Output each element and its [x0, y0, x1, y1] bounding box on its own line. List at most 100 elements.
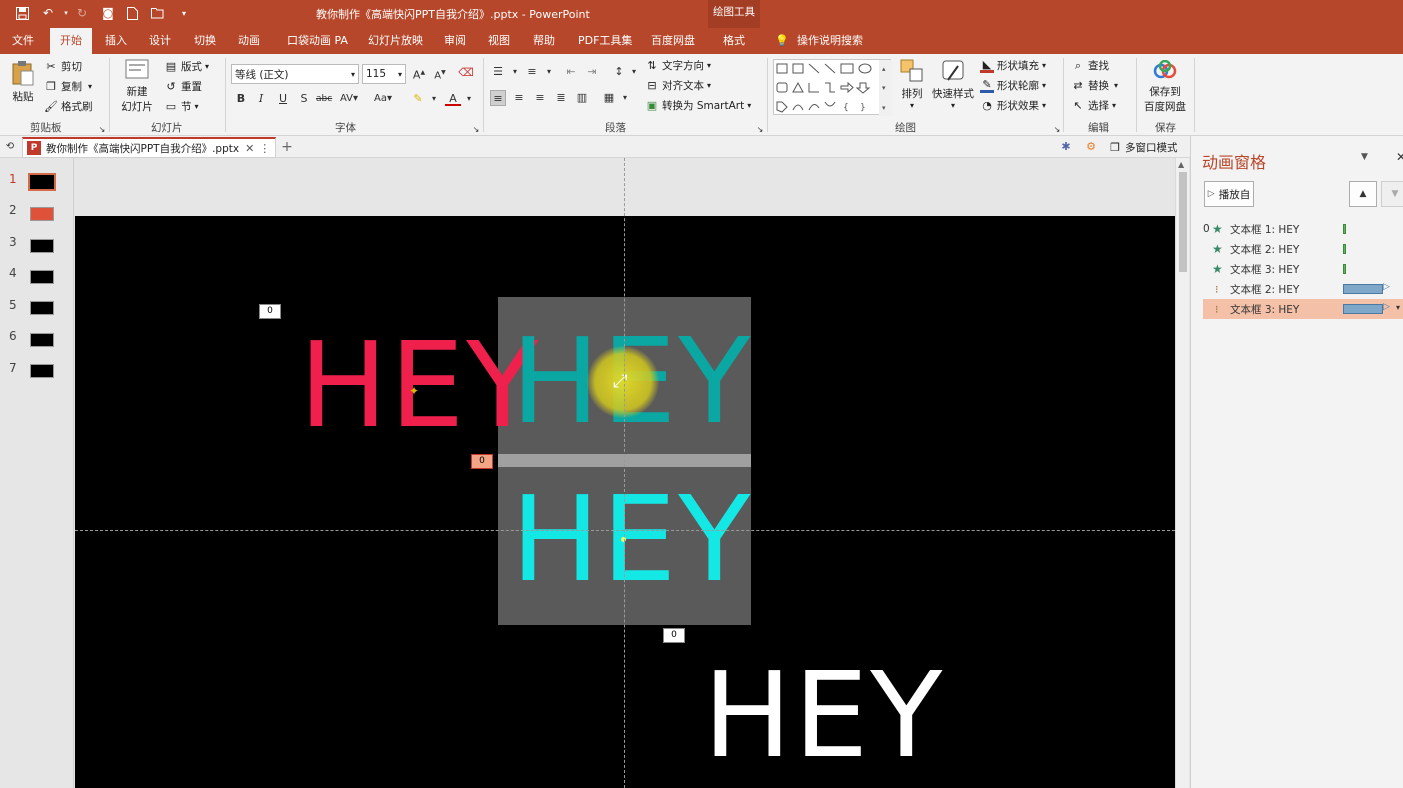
document-tab[interactable]: P 教你制作《高端快闪PPT自我介绍》.pptx ✕ ⋮	[22, 137, 276, 158]
justify-icon[interactable]: ≣	[553, 90, 569, 106]
start-slideshow-icon[interactable]: ◙	[100, 5, 116, 21]
undo-dropdown-icon[interactable]: ▾	[58, 5, 74, 21]
shape-fill-button[interactable]: ◣ 形状填充 ▾	[980, 58, 1046, 73]
distributed-icon[interactable]: ▥	[574, 90, 590, 106]
scroll-thumb[interactable]	[1179, 172, 1187, 272]
bullets-dropdown-icon[interactable]: ▾	[507, 64, 523, 80]
quick-styles-button[interactable]: 快速样式 ▾	[931, 58, 975, 116]
slide-thumbnail-3[interactable]	[30, 239, 54, 253]
animation-item[interactable]: 0 ★ 文本框 1: HEY	[1203, 219, 1403, 239]
open-folder-icon[interactable]	[150, 5, 166, 21]
arrange-button[interactable]: 排列 ▾	[898, 58, 926, 116]
line-spacing-dropdown-icon[interactable]: ▾	[626, 64, 642, 80]
multi-window-button[interactable]: ❐ 多窗口模式	[1108, 140, 1177, 155]
reset-button[interactable]: ↺ 重置	[164, 79, 202, 94]
section-button[interactable]: ▭ 节 ▾	[164, 99, 199, 114]
shape-outline-button[interactable]: ✎ 形状轮廓 ▾	[980, 78, 1046, 93]
change-case-icon[interactable]: Aa▾	[370, 91, 396, 107]
find-button[interactable]: ⌕ 查找	[1071, 58, 1109, 73]
tab-menu-icon[interactable]: ⋮	[259, 142, 270, 155]
save-to-baidu-button[interactable]: 保存到 百度网盘	[1142, 60, 1188, 118]
new-tab-icon[interactable]: +	[279, 139, 295, 155]
format-painter-button[interactable]: 🖌 格式刷	[44, 99, 92, 114]
font-size-combobox[interactable]: 115 ▾	[362, 64, 406, 84]
line-spacing-icon[interactable]: ↕	[611, 64, 627, 80]
animation-item[interactable]: ★ 文本框 3: HEY	[1203, 259, 1403, 279]
clear-formatting-icon[interactable]: ⌫	[458, 65, 474, 81]
replace-button[interactable]: ⇄ 替换 ▾	[1071, 78, 1118, 93]
play-from-button[interactable]: ▷ 播放自	[1204, 181, 1254, 207]
animation-item-selected[interactable]: ⁝ 文本框 3: HEY ▷ ▾	[1203, 299, 1403, 319]
cyan-hey-text[interactable]: HEY	[511, 480, 752, 598]
tab-slideshow[interactable]: 幻灯片放映	[368, 28, 423, 54]
bullets-icon[interactable]: ☰	[490, 64, 506, 80]
slide-thumbnail-4[interactable]	[30, 270, 54, 284]
align-left-icon[interactable]: ≡	[490, 90, 506, 106]
shapes-gallery[interactable]: {} ▴ ▾ ▾	[773, 59, 892, 116]
new-slide-button[interactable]: 新建 幻灯片	[115, 58, 159, 116]
customize-toolbar-icon[interactable]: ▾	[176, 5, 192, 21]
decrease-indent-icon[interactable]: ⇤	[563, 64, 579, 80]
shadow-icon[interactable]: S	[296, 91, 312, 107]
tab-file[interactable]: 文件	[12, 28, 34, 54]
text-direction-button[interactable]: ⇅ 文字方向 ▾	[645, 58, 711, 73]
save-icon[interactable]	[14, 5, 30, 21]
underline-icon[interactable]: U	[275, 91, 291, 107]
animation-tag[interactable]: 0	[663, 628, 685, 643]
font-name-combobox[interactable]: 等线 (正文) ▾	[231, 64, 359, 84]
animation-tag[interactable]: 0	[259, 304, 281, 319]
character-spacing-icon[interactable]: AV▾	[338, 91, 360, 107]
settings-gear-icon[interactable]: ⚙	[1083, 139, 1099, 155]
italic-icon[interactable]: I	[253, 91, 269, 107]
pane-options-icon[interactable]: ▼	[1361, 152, 1368, 162]
strikethrough-icon[interactable]: abc	[316, 91, 332, 107]
scroll-up-icon[interactable]: ▲	[1178, 160, 1184, 169]
tab-insert[interactable]: 插入	[105, 28, 127, 54]
slide-thumbnail-2[interactable]	[30, 207, 54, 221]
select-button[interactable]: ↖ 选择 ▾	[1071, 98, 1116, 113]
tab-home[interactable]: 开始	[50, 28, 92, 54]
font-color-icon[interactable]: A	[445, 91, 461, 106]
redo-icon[interactable]: ↻	[74, 5, 90, 21]
animation-tag[interactable]: 0	[471, 454, 493, 469]
tab-baidu-netdisk[interactable]: 百度网盘	[651, 28, 695, 54]
vertical-scrollbar[interactable]: ▲	[1175, 158, 1189, 788]
red-hey-text[interactable]: HEY	[299, 326, 540, 444]
tell-me-search[interactable]: 操作说明搜索	[797, 28, 863, 54]
tab-pdf-tools[interactable]: PDF工具集	[578, 28, 632, 54]
numbering-icon[interactable]: ≡	[524, 64, 540, 80]
copy-button[interactable]: ❐ 复制 ▾	[44, 79, 92, 94]
tab-help[interactable]: 帮助	[533, 28, 555, 54]
pin-icon[interactable]: ✱	[1058, 139, 1074, 155]
slide[interactable]: HEY HEY HEY HEY ⤢ ✦ 0 0	[75, 216, 1175, 788]
item-dropdown-icon[interactable]: ▾	[1396, 303, 1400, 312]
columns-dropdown-icon[interactable]: ▾	[617, 90, 633, 106]
numbering-dropdown-icon[interactable]: ▾	[541, 64, 557, 80]
animation-item[interactable]: ★ 文本框 2: HEY	[1203, 239, 1403, 259]
layout-button[interactable]: ▤ 版式 ▾	[164, 59, 209, 74]
slide-thumbnail-5[interactable]	[30, 301, 54, 315]
tab-design[interactable]: 设计	[149, 28, 171, 54]
bold-icon[interactable]: B	[233, 91, 249, 107]
align-center-icon[interactable]: ≡	[511, 90, 527, 106]
slide-thumbnail-1[interactable]	[28, 173, 56, 191]
align-text-button[interactable]: ⊟ 对齐文本 ▾	[645, 78, 711, 93]
move-up-button[interactable]: ▲	[1349, 181, 1377, 207]
tab-transitions[interactable]: 切换	[194, 28, 216, 54]
tab-format[interactable]: 格式	[723, 28, 745, 54]
vertical-guide[interactable]	[624, 158, 625, 788]
tab-list-icon[interactable]: ⟲	[2, 139, 18, 155]
grow-font-icon[interactable]: A▲	[411, 65, 427, 82]
close-tab-icon[interactable]: ✕	[245, 142, 254, 155]
slide-thumbnail-7[interactable]	[30, 364, 54, 378]
cut-button[interactable]: ✂ 剪切	[44, 59, 82, 74]
move-down-button[interactable]: ▼	[1381, 181, 1403, 207]
undo-icon[interactable]: ↶	[40, 5, 56, 21]
tab-review[interactable]: 审阅	[444, 28, 466, 54]
slide-thumbnail-6[interactable]	[30, 333, 54, 347]
columns-icon[interactable]: ▦	[601, 90, 617, 106]
shape-effects-button[interactable]: ◔ 形状效果 ▾	[980, 98, 1046, 113]
tab-view[interactable]: 视图	[488, 28, 510, 54]
increase-indent-icon[interactable]: ⇥	[584, 64, 600, 80]
highlight-dropdown-icon[interactable]: ▾	[426, 91, 442, 107]
